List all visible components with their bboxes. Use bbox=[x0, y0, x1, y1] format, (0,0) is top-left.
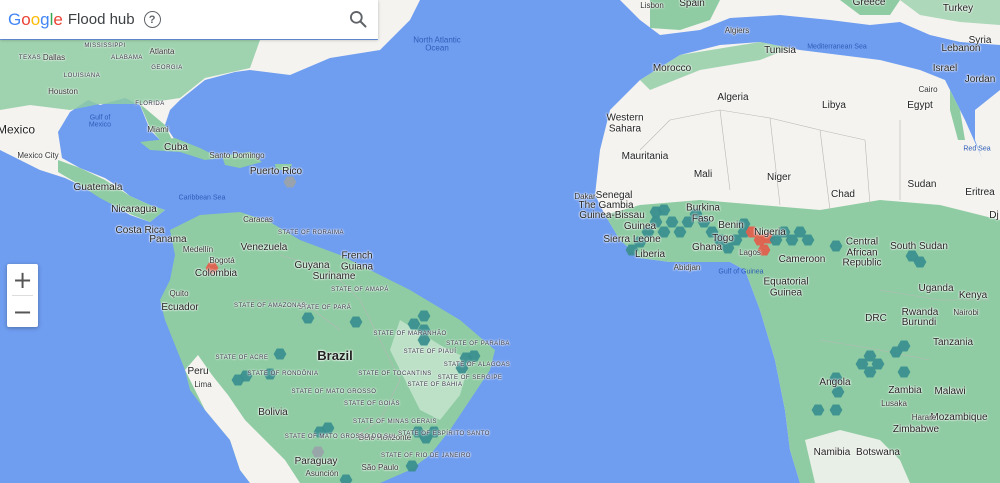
product-name: Flood hub bbox=[67, 11, 135, 28]
flood-hex-gauge[interactable] bbox=[641, 226, 655, 238]
logo-letter: g bbox=[40, 9, 50, 29]
search-panel[interactable]: Google Flood hub ? bbox=[0, 0, 378, 39]
help-icon[interactable]: ? bbox=[143, 11, 161, 28]
logo-letter: o bbox=[21, 9, 31, 29]
flood-hex-gauge[interactable] bbox=[273, 348, 287, 360]
flood-hex-gauge[interactable] bbox=[407, 318, 421, 330]
flood-hex-gauge[interactable] bbox=[417, 324, 431, 336]
flood-hex-high[interactable] bbox=[757, 244, 771, 256]
zoom-in-button[interactable]: + bbox=[7, 264, 38, 295]
flood-hex-gauge[interactable] bbox=[649, 216, 663, 228]
flood-hex-gauge[interactable] bbox=[829, 240, 843, 252]
flood-hex-gauge[interactable] bbox=[811, 404, 825, 416]
logo-letter: e bbox=[53, 9, 63, 29]
flood-hex-gauge[interactable] bbox=[417, 310, 431, 322]
search-icon[interactable] bbox=[348, 9, 368, 29]
flood-hex-gauge[interactable] bbox=[339, 474, 353, 483]
flood-hex-gauge[interactable] bbox=[829, 372, 843, 384]
flood-hex-layer bbox=[205, 176, 927, 483]
flood-hex-unavailable[interactable] bbox=[311, 446, 325, 458]
flood-hex-gauge[interactable] bbox=[831, 386, 845, 398]
flood-hex-gauge[interactable] bbox=[829, 404, 843, 416]
logo-letter: G bbox=[8, 9, 22, 29]
flood-hex-gauge[interactable] bbox=[405, 460, 419, 472]
map-canvas[interactable]: Mexico Cuba Guatemala Nicaragua Costa Ri… bbox=[0, 0, 1000, 483]
flood-hex-gauge[interactable] bbox=[417, 334, 431, 346]
flood-hex-gauge[interactable] bbox=[263, 368, 277, 380]
flood-hex-gauge[interactable] bbox=[349, 316, 363, 328]
flood-hex-gauge[interactable] bbox=[455, 362, 469, 374]
flood-hex-high[interactable] bbox=[205, 262, 219, 274]
flood-hex-unavailable[interactable] bbox=[283, 176, 297, 188]
zoom-controls: + − bbox=[7, 264, 38, 327]
zoom-out-button[interactable]: − bbox=[7, 296, 38, 327]
google-logo: Google bbox=[8, 10, 63, 30]
flood-hex-gauge[interactable] bbox=[897, 366, 911, 378]
flood-hex-gauge[interactable] bbox=[657, 226, 671, 238]
flood-hex-gauge[interactable] bbox=[665, 216, 679, 228]
flood-hex-gauge[interactable] bbox=[673, 226, 687, 238]
flood-hex-gauge[interactable] bbox=[301, 312, 315, 324]
logo-letter: o bbox=[30, 9, 41, 29]
